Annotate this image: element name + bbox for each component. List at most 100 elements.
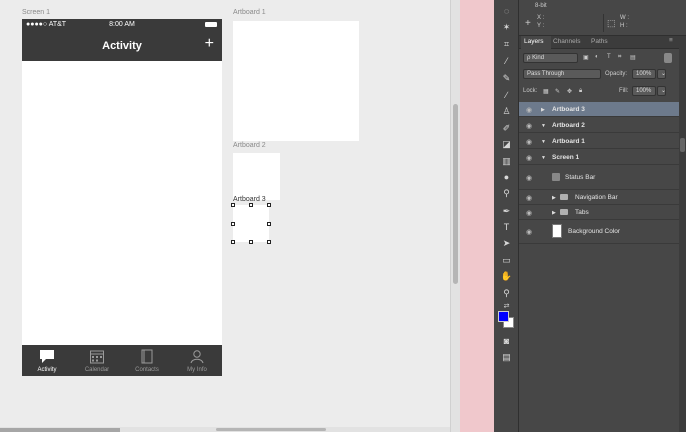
hand-icon[interactable]: ✋: [500, 270, 513, 283]
calendar-icon: [90, 350, 104, 364]
scroll-thumb[interactable]: [680, 138, 685, 152]
tab-paths[interactable]: Paths: [591, 38, 608, 45]
layer-navigation-bar[interactable]: ◉ ▶ Navigation Bar: [519, 190, 679, 205]
vertical-scrollbar[interactable]: [450, 0, 460, 432]
expand-arrow-icon[interactable]: ▶: [552, 210, 556, 216]
artboard3-title[interactable]: Artboard 3: [233, 196, 266, 203]
eraser-icon[interactable]: ◪: [500, 138, 513, 151]
clone-stamp-icon[interactable]: ♙: [500, 105, 513, 118]
artboard2[interactable]: [233, 153, 280, 200]
layer-artboard-2[interactable]: ◉ ▼ Artboard 2: [519, 117, 679, 133]
visibility-eye-icon[interactable]: ◉: [526, 194, 532, 202]
artboard1-title[interactable]: Artboard 1: [233, 9, 266, 16]
healing-brush-icon[interactable]: ✎: [500, 72, 513, 85]
lock-image-icon[interactable]: ✎: [555, 88, 560, 95]
shape-filter-icon[interactable]: ⌗: [618, 54, 621, 61]
pen-icon[interactable]: ✒: [500, 205, 513, 218]
nav-title: Activity: [102, 40, 142, 52]
crop-icon[interactable]: ⌗: [500, 38, 513, 51]
brush-icon[interactable]: ∕: [500, 89, 513, 102]
artboard2-title[interactable]: Artboard 2: [233, 142, 266, 149]
divider: [603, 14, 604, 32]
layer-background-color[interactable]: ◉ Background Color: [519, 220, 679, 244]
tab-activity[interactable]: Activity: [22, 345, 72, 376]
layer-tabs[interactable]: ◉ ▶ Tabs: [519, 205, 679, 220]
screen1-title[interactable]: Screen 1: [22, 9, 50, 16]
path-selection-icon[interactable]: ➤: [500, 237, 513, 250]
rectangle-icon[interactable]: ▭: [500, 254, 513, 267]
visibility-eye-icon[interactable]: ◉: [526, 122, 532, 130]
collapse-arrow-icon[interactable]: ▼: [541, 139, 546, 145]
zoom-icon[interactable]: ⚲: [500, 287, 513, 300]
resize-handle[interactable]: [249, 203, 253, 207]
gradient-icon[interactable]: ▥: [500, 155, 513, 168]
resize-handle[interactable]: [231, 222, 235, 226]
lock-position-icon[interactable]: ✥: [567, 88, 572, 95]
tab-contacts[interactable]: Contacts: [122, 345, 172, 376]
lasso-icon[interactable]: ◌: [500, 5, 513, 18]
toolbox: ◌ ✶ ⌗ ⁄ ✎ ∕ ♙ ✐ ◪ ▥ ● ⚲ ✒ T ➤ ▭ ✋ ⚲ ⇄ ◙ …: [494, 0, 519, 432]
screen-mode-icon[interactable]: ▤: [500, 351, 513, 364]
adjustment-filter-icon[interactable]: ◐: [595, 54, 599, 60]
tab-calendar[interactable]: Calendar: [72, 345, 122, 376]
layer-screen-1[interactable]: ◉ ▼ Screen 1: [519, 149, 679, 165]
panel-scrollbar[interactable]: [679, 36, 686, 432]
visibility-eye-icon[interactable]: ◉: [526, 138, 532, 146]
tab-my-info[interactable]: My Info: [172, 345, 222, 376]
collapse-arrow-icon[interactable]: ▼: [541, 155, 546, 161]
resize-handle[interactable]: [249, 240, 253, 244]
dodge-icon[interactable]: ⚲: [500, 187, 513, 200]
visibility-eye-icon[interactable]: ◉: [526, 154, 532, 162]
blend-mode-select[interactable]: Pass Through: [523, 69, 601, 79]
lock-all-icon[interactable]: 🔒︎: [579, 88, 582, 95]
resize-handle[interactable]: [231, 203, 235, 207]
info-mode-label: 8-bit: [535, 3, 547, 9]
opacity-input[interactable]: 100%: [632, 69, 656, 79]
battery-icon: [205, 22, 217, 27]
type-icon[interactable]: T: [500, 221, 513, 234]
resize-handle[interactable]: [267, 203, 271, 207]
fill-input[interactable]: 100%: [632, 86, 656, 96]
clock-label: 8:00 AM: [109, 21, 135, 28]
lock-label: Lock:: [523, 88, 538, 94]
tab-label: Activity: [37, 367, 57, 373]
visibility-eye-icon[interactable]: ◉: [526, 209, 532, 217]
blur-icon[interactable]: ●: [500, 171, 513, 184]
filter-toggle[interactable]: [664, 53, 672, 63]
visibility-eye-icon[interactable]: ◉: [526, 106, 532, 114]
layer-status-bar[interactable]: ◉ Status Bar: [519, 165, 679, 190]
foreground-color-swatch[interactable]: [498, 311, 509, 322]
resize-handle[interactable]: [267, 240, 271, 244]
expand-arrow-icon[interactable]: ▶: [552, 195, 556, 201]
layer-artboard-3[interactable]: ◉ ▶ Artboard 3: [519, 102, 679, 117]
visibility-eye-icon[interactable]: ◉: [526, 174, 532, 182]
scroll-thumb[interactable]: [216, 428, 326, 431]
layer-artboard-1[interactable]: ◉ ▼ Artboard 1: [519, 133, 679, 149]
resize-handle[interactable]: [267, 222, 271, 226]
screen1-artboard[interactable]: ●●●●○ AT&T 8:00 AM Activity + Activity C…: [22, 19, 222, 376]
resize-handle[interactable]: [231, 240, 235, 244]
history-brush-icon[interactable]: ✐: [500, 122, 513, 135]
scroll-thumb[interactable]: [453, 104, 458, 284]
document-canvas[interactable]: Screen 1 Artboard 1 Artboard 2 Artboard …: [0, 0, 450, 432]
tab-label: Calendar: [84, 367, 110, 373]
quick-mask-icon[interactable]: ◙: [500, 335, 513, 348]
collapse-arrow-icon[interactable]: ▶: [541, 107, 545, 113]
lock-transparent-icon[interactable]: ▦: [543, 88, 549, 95]
kind-filter-select[interactable]: ρ Kind: [523, 53, 578, 63]
fill-dropdown-icon[interactable]: ⌄: [657, 86, 666, 96]
opacity-dropdown-icon[interactable]: ⌄: [657, 69, 666, 79]
artboard3[interactable]: [233, 205, 269, 242]
eyedropper-icon[interactable]: ⁄: [500, 55, 513, 68]
artboard1[interactable]: [233, 21, 359, 141]
panel-menu-icon[interactable]: ≡: [669, 37, 673, 44]
type-filter-icon[interactable]: T: [607, 54, 611, 60]
magic-wand-icon[interactable]: ✶: [500, 21, 513, 34]
visibility-eye-icon[interactable]: ◉: [526, 228, 532, 236]
pixel-filter-icon[interactable]: ▣: [583, 54, 589, 61]
tab-layers[interactable]: Layers: [524, 38, 544, 45]
tab-channels[interactable]: Channels: [553, 38, 580, 45]
collapse-arrow-icon[interactable]: ▼: [541, 123, 546, 129]
add-icon[interactable]: +: [205, 36, 214, 52]
smart-object-filter-icon[interactable]: ▤: [630, 54, 636, 61]
